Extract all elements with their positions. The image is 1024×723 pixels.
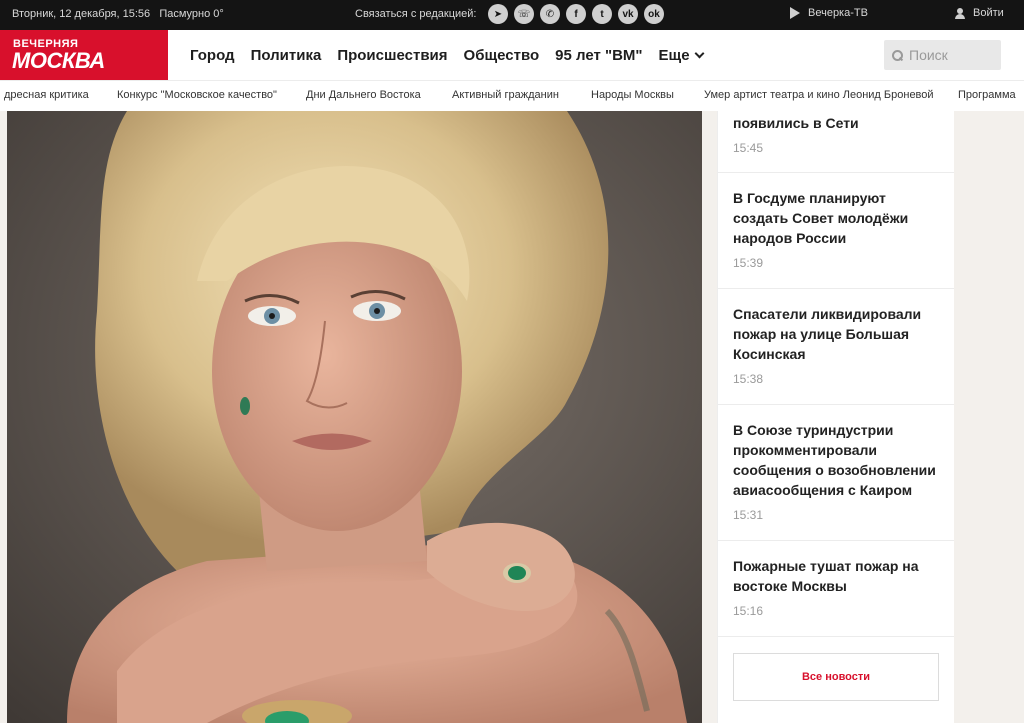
search-input[interactable]: Поиск	[884, 40, 1001, 70]
contact-label: Связаться с редакцией:	[355, 8, 477, 20]
article-photo[interactable]	[7, 111, 702, 723]
news-title: Спасатели ликвидировали пожар на улице Б…	[733, 306, 922, 362]
social-links: ➤ ☏ ✆ f t vk ok	[488, 4, 664, 24]
login-link[interactable]: Войти	[955, 7, 1004, 19]
current-date: Вторник, 12 декабря, 15:56	[12, 8, 151, 20]
main-nav: Город Политика Происшествия Общество 95 …	[190, 30, 705, 80]
facebook-icon[interactable]: f	[566, 4, 586, 24]
tag-item[interactable]: Народы Москвы	[591, 89, 674, 101]
nav-more-label: Еще	[658, 46, 690, 64]
search-placeholder: Поиск	[909, 47, 948, 63]
odnoklassniki-icon[interactable]: ok	[644, 4, 664, 24]
news-time: 15:39	[733, 256, 764, 270]
whatsapp-icon[interactable]: ✆	[540, 4, 560, 24]
news-title: В Союзе туриндустрии прокомментировали с…	[733, 422, 936, 498]
tag-item[interactable]: Конкурс "Московское качество"	[117, 89, 277, 101]
news-time: 15:16	[733, 604, 764, 618]
login-label: Войти	[973, 7, 1004, 19]
date-weather: Вторник, 12 декабря, 15:56 Пасмурно 0°	[12, 8, 224, 20]
news-title: Пожарные тушат пожар на востоке Москвы	[733, 558, 919, 594]
logo-line-2: МОСКВА	[12, 48, 105, 73]
news-item[interactable]: Спасатели ликвидировали пожар на улице Б…	[718, 289, 954, 405]
news-feed: появились в Сети 15:45 В Госдуме планиру…	[717, 111, 954, 723]
weather: Пасмурно 0°	[159, 8, 224, 20]
tag-item[interactable]: Программа	[958, 89, 1016, 101]
viber-icon[interactable]: ☏	[514, 4, 534, 24]
site-logo[interactable]: ВЕЧЕРНЯЯ МОСКВА	[0, 30, 168, 80]
news-item[interactable]: Пожарные тушат пожар на востоке Москвы 1…	[718, 541, 954, 637]
chevron-down-icon	[694, 48, 705, 58]
user-icon	[955, 7, 965, 19]
news-title: появились в Сети	[733, 115, 859, 131]
main-header: ВЕЧЕРНЯЯ МОСКВА Город Политика Происшест…	[0, 30, 1024, 80]
tag-item[interactable]: дресная критика	[4, 89, 89, 101]
news-time: 15:31	[733, 508, 764, 522]
twitter-icon[interactable]: t	[592, 4, 612, 24]
tag-item[interactable]: Активный гражданин	[452, 89, 559, 101]
news-time: 15:45	[733, 141, 764, 155]
top-bar: Вторник, 12 декабря, 15:56 Пасмурно 0° С…	[0, 0, 1024, 30]
telegram-icon[interactable]: ➤	[488, 4, 508, 24]
news-item[interactable]: В Госдуме планируют создать Совет молодё…	[718, 173, 954, 289]
tag-item[interactable]: Дни Дальнего Востока	[306, 89, 421, 101]
nav-item-gorod[interactable]: Город	[190, 47, 235, 64]
nav-item-95-let[interactable]: 95 лет "ВМ"	[555, 47, 642, 64]
news-title: В Госдуме планируют создать Совет молодё…	[733, 190, 909, 246]
nav-more[interactable]: Еще	[658, 46, 705, 64]
search-icon	[892, 49, 903, 61]
nav-item-obshchestvo[interactable]: Общество	[464, 47, 540, 64]
tag-item[interactable]: Умер артист театра и кино Леонид Бронево…	[704, 89, 934, 101]
news-item[interactable]: появились в Сети 15:45	[718, 111, 954, 173]
tv-label: Вечерка-ТВ	[808, 7, 868, 19]
news-time: 15:38	[733, 372, 764, 386]
news-item[interactable]: В Союзе туриндустрии прокомментировали с…	[718, 405, 954, 541]
portrait-image	[7, 111, 702, 723]
vk-icon[interactable]: vk	[618, 4, 638, 24]
all-news-button[interactable]: Все новости	[733, 653, 939, 701]
nav-item-proisshestviya[interactable]: Происшествия	[337, 47, 447, 64]
tv-link[interactable]: Вечерка-ТВ	[790, 7, 868, 19]
play-icon	[790, 7, 800, 19]
topic-tags: дресная критика Конкурс "Московское каче…	[0, 80, 1024, 111]
nav-item-politika[interactable]: Политика	[251, 47, 322, 64]
